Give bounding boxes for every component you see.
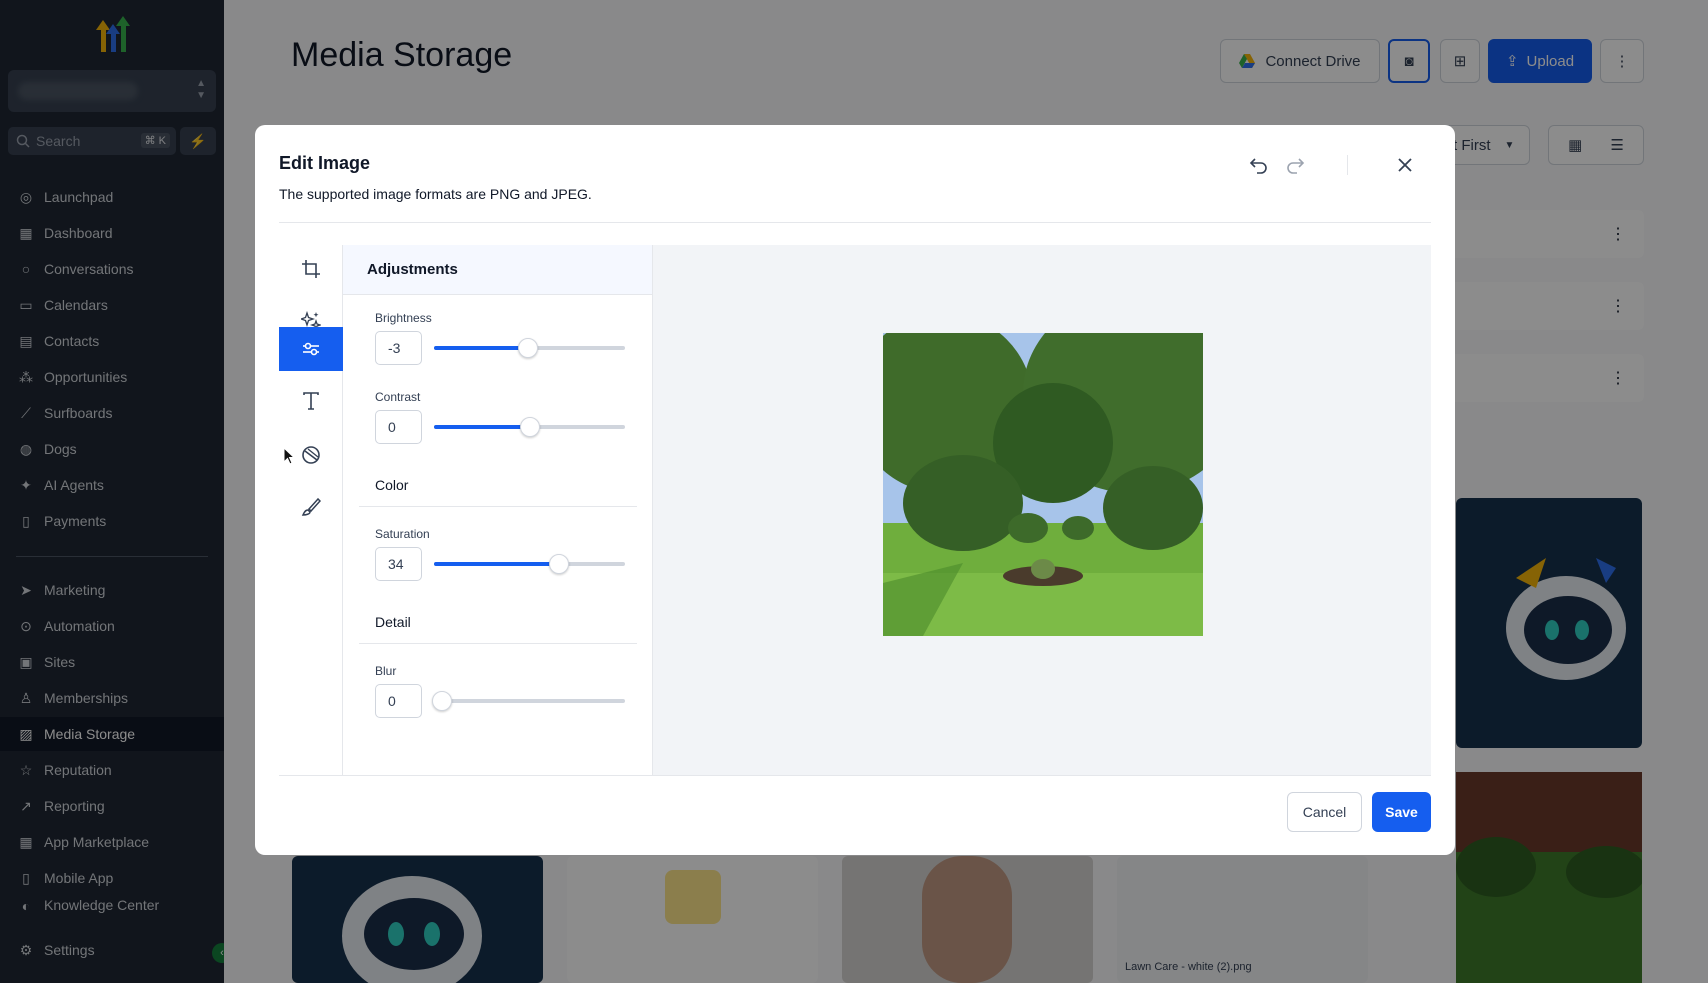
image-canvas[interactable]: [653, 245, 1431, 775]
edit-image-modal: Edit Image The supported image formats a…: [255, 125, 1455, 855]
brightness-label: Brightness: [375, 311, 432, 325]
modal-subtitle: The supported image formats are PNG and …: [279, 186, 592, 202]
cancel-button[interactable]: Cancel: [1287, 792, 1362, 832]
text-icon: [303, 392, 319, 410]
crop-icon: [302, 260, 320, 278]
section-divider: [359, 506, 637, 507]
slider-fill: [434, 562, 560, 566]
draw-tool-button[interactable]: [279, 483, 343, 531]
sticker-icon: [302, 446, 320, 464]
saturation-label: Saturation: [375, 527, 430, 541]
undo-icon[interactable]: [1245, 151, 1273, 179]
adjustments-tool-button[interactable]: [279, 327, 343, 371]
contrast-slider[interactable]: [434, 417, 625, 437]
crop-tool-button[interactable]: [279, 245, 343, 293]
footer-divider: [279, 775, 1431, 776]
slider-thumb[interactable]: [549, 554, 570, 574]
blur-label: Blur: [375, 664, 397, 678]
save-button[interactable]: Save: [1372, 792, 1431, 832]
color-section-title: Color: [375, 477, 409, 493]
redo-icon[interactable]: [1281, 151, 1309, 179]
panel-title: Adjustments: [343, 245, 652, 295]
contrast-input[interactable]: 0: [375, 410, 422, 444]
garden-photo: [883, 333, 1203, 636]
slider-fill: [434, 346, 528, 350]
text-tool-button[interactable]: [279, 377, 343, 425]
adjustments-panel: Adjustments Brightness -3 Contrast 0 Col…: [343, 245, 653, 775]
slider-thumb[interactable]: [432, 691, 452, 711]
saturation-slider[interactable]: [434, 554, 625, 574]
sliders-icon: [303, 342, 319, 356]
brightness-slider[interactable]: [434, 338, 625, 358]
contrast-label: Contrast: [375, 390, 421, 404]
close-icon[interactable]: [1391, 151, 1419, 179]
mouse-cursor-icon: [283, 447, 296, 465]
brush-icon: [301, 497, 321, 516]
editor-toolbar: [279, 245, 343, 775]
slider-thumb[interactable]: [517, 338, 538, 358]
header-separator: [1347, 155, 1348, 175]
slider-fill: [434, 425, 530, 429]
detail-section-title: Detail: [375, 614, 411, 630]
brightness-input[interactable]: -3: [375, 331, 422, 365]
section-divider: [359, 643, 637, 644]
saturation-input[interactable]: 34: [375, 547, 422, 581]
header-divider: [279, 222, 1431, 223]
blur-input[interactable]: 0: [375, 684, 422, 718]
blur-slider[interactable]: [432, 691, 625, 711]
slider-thumb[interactable]: [519, 417, 540, 437]
modal-title: Edit Image: [279, 153, 371, 173]
